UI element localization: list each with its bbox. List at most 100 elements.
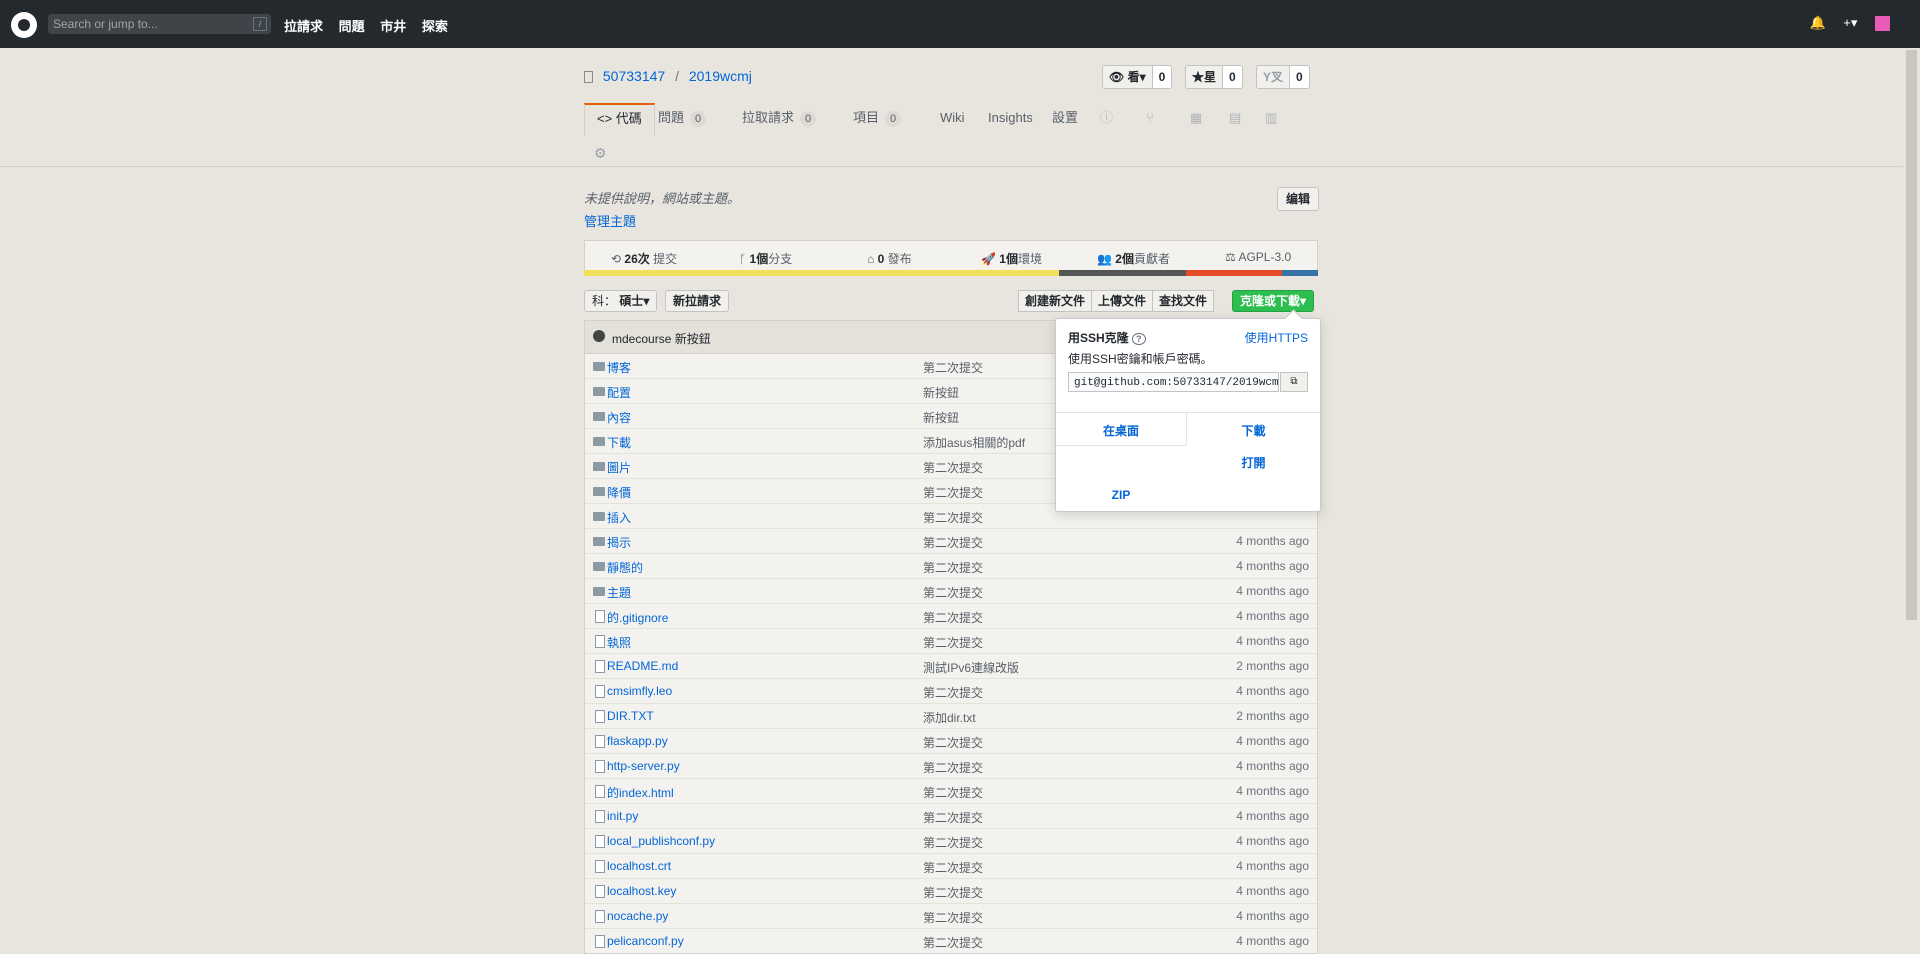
file-name-link[interactable]: http-server.py bbox=[607, 759, 680, 773]
upload-files-button[interactable]: 上傳文件 bbox=[1091, 290, 1154, 312]
star-count[interactable]: 0 bbox=[1223, 65, 1243, 89]
commit-message-link[interactable]: 第二次提交 bbox=[923, 534, 983, 551]
tab-settings[interactable]: 設置 bbox=[1052, 103, 1078, 133]
nav-pull-requests[interactable]: 拉請求 bbox=[284, 19, 323, 34]
commit-message-link[interactable]: 第二次提交 bbox=[923, 784, 983, 801]
table-row[interactable]: init.py 第二次提交 4 months ago bbox=[585, 803, 1317, 828]
commit-message-link[interactable]: 第二次提交 bbox=[923, 484, 983, 501]
download-button[interactable]: 下載 bbox=[1187, 422, 1320, 439]
commit-message-link[interactable]: 第二次提交 bbox=[923, 559, 983, 576]
repo-name-link[interactable]: 2019wcmj bbox=[689, 68, 752, 84]
table-row[interactable]: localhost.crt 第二次提交 4 months ago bbox=[585, 853, 1317, 878]
commit-message-link[interactable]: 第二次提交 bbox=[923, 734, 983, 751]
nav-marketplace[interactable]: 市井 bbox=[380, 19, 406, 34]
commit-message-link[interactable]: 第二次提交 bbox=[923, 834, 983, 851]
find-file-button[interactable]: 查找文件 bbox=[1152, 290, 1215, 312]
file-name-link[interactable]: 靜態的 bbox=[607, 559, 643, 576]
file-name-link[interactable]: 配置 bbox=[607, 384, 631, 401]
file-name-link[interactable]: 下載 bbox=[607, 434, 631, 451]
commit-message-link[interactable]: 第二次提交 bbox=[923, 634, 983, 651]
create-new-file-button[interactable]: 創建新文件 bbox=[1018, 290, 1093, 312]
use-https-link[interactable]: 使用HTTPS bbox=[1245, 329, 1308, 346]
file-name-link[interactable]: pelicanconf.py bbox=[607, 934, 684, 948]
tab-wiki[interactable]: Wiki bbox=[940, 103, 965, 133]
nav-issues[interactable]: 問題 bbox=[339, 19, 365, 34]
file-name-link[interactable]: flaskapp.py bbox=[607, 734, 668, 748]
repo-owner-link[interactable]: 50733147 bbox=[603, 68, 665, 84]
commit-message-link[interactable]: 添加dir.txt bbox=[923, 709, 976, 726]
committer-avatar[interactable] bbox=[593, 330, 605, 342]
file-name-link[interactable]: 執照 bbox=[607, 634, 631, 651]
avatar[interactable] bbox=[1875, 16, 1890, 32]
commit-message-link[interactable]: 第二次提交 bbox=[923, 684, 983, 701]
commits-summary[interactable]: ⟲ 26次 提交 bbox=[611, 250, 677, 267]
commit-author-link[interactable]: mdecourse bbox=[612, 332, 671, 346]
commit-message-link[interactable]: 添加asus相關的pdf bbox=[923, 434, 1025, 451]
commit-message-link[interactable]: 第二次提交 bbox=[923, 909, 983, 926]
clone-download-button[interactable]: 克隆或下載▾ bbox=[1232, 290, 1315, 312]
file-name-link[interactable]: nocache.py bbox=[607, 909, 668, 923]
branches-summary[interactable]: ᚴ 1個分支 bbox=[739, 250, 792, 267]
tab-projects[interactable]: 項目 0 bbox=[853, 103, 902, 133]
plus-dropdown-icon[interactable]: +▾ bbox=[1843, 15, 1857, 30]
table-row[interactable]: localhost.key 第二次提交 4 months ago bbox=[585, 878, 1317, 903]
tab-insights[interactable]: Insights bbox=[988, 103, 1033, 133]
open-in-desktop-button[interactable]: 在桌面 bbox=[1056, 422, 1186, 439]
table-row[interactable]: 揭示 第二次提交 4 months ago bbox=[585, 528, 1317, 553]
star-button[interactable]: ★星 bbox=[1185, 65, 1224, 89]
help-icon[interactable]: ? bbox=[1132, 333, 1146, 345]
github-logo-icon[interactable] bbox=[11, 12, 37, 38]
license-summary[interactable]: ⚖ AGPL-3.0 bbox=[1225, 250, 1291, 264]
table-row[interactable]: 的index.html 第二次提交 4 months ago bbox=[585, 778, 1317, 803]
commit-message-link[interactable]: 第二次提交 bbox=[923, 459, 983, 476]
file-name-link[interactable]: 插入 bbox=[607, 509, 631, 526]
commit-message-link[interactable]: 第二次提交 bbox=[923, 884, 983, 901]
file-name-link[interactable]: 揭示 bbox=[607, 534, 631, 551]
watch-count[interactable]: 0 bbox=[1152, 65, 1173, 89]
clone-url-input[interactable]: git@github.com:50733147/2019wcmj.git bbox=[1068, 372, 1279, 392]
tab-code[interactable]: <> 代碼 bbox=[584, 103, 655, 136]
contributors-summary[interactable]: 👥 2個貢獻者 bbox=[1097, 250, 1170, 267]
scrollbar-thumb[interactable] bbox=[1906, 50, 1917, 620]
commit-message-link[interactable]: 第二次提交 bbox=[923, 359, 983, 376]
download-zip-button[interactable]: ZIP bbox=[1056, 488, 1186, 502]
commit-message-link[interactable]: 測試IPv6連線改版 bbox=[923, 659, 1019, 676]
table-row[interactable]: nocache.py 第二次提交 4 months ago bbox=[585, 903, 1317, 928]
commit-message[interactable]: 新按鈕 bbox=[675, 332, 711, 346]
table-row[interactable]: pelicanconf.py 第二次提交 4 months ago bbox=[585, 928, 1317, 953]
clipboard-icon[interactable]: ⧉ bbox=[1280, 372, 1308, 392]
file-name-link[interactable]: 主題 bbox=[607, 584, 631, 601]
file-name-link[interactable]: localhost.key bbox=[607, 884, 676, 898]
file-name-link[interactable]: init.py bbox=[607, 809, 638, 823]
edit-button[interactable]: 编辑 bbox=[1277, 187, 1320, 211]
tab-pull-requests[interactable]: 拉取請求 0 bbox=[742, 103, 817, 133]
open-button[interactable]: 打開 bbox=[1187, 454, 1320, 471]
table-row[interactable]: 靜態的 第二次提交 4 months ago bbox=[585, 553, 1317, 578]
branch-select-button[interactable]: 科： 碩士▾ bbox=[584, 290, 658, 312]
table-row[interactable]: DIR.TXT 添加dir.txt 2 months ago bbox=[585, 703, 1317, 728]
file-name-link[interactable]: 降價 bbox=[607, 484, 631, 501]
releases-summary[interactable]: ⌂ 0 發布 bbox=[867, 250, 912, 267]
fork-count[interactable]: 0 bbox=[1290, 65, 1310, 89]
file-name-link[interactable]: 內容 bbox=[607, 409, 631, 426]
table-row[interactable]: flaskapp.py 第二次提交 4 months ago bbox=[585, 728, 1317, 753]
commit-message-link[interactable]: 第二次提交 bbox=[923, 584, 983, 601]
environments-summary[interactable]: 🚀 1個環境 bbox=[981, 250, 1042, 267]
commit-message-link[interactable]: 新按鈕 bbox=[923, 384, 959, 401]
file-name-link[interactable]: 的index.html bbox=[607, 784, 674, 801]
table-row[interactable]: 主題 第二次提交 4 months ago bbox=[585, 578, 1317, 603]
new-pull-request-button[interactable]: 新拉請求 bbox=[665, 290, 730, 312]
tab-issues[interactable]: 問題 0 bbox=[658, 103, 707, 133]
commit-message-link[interactable]: 第二次提交 bbox=[923, 859, 983, 876]
fork-button[interactable]: Y叉 bbox=[1256, 65, 1291, 89]
file-name-link[interactable]: localhost.crt bbox=[607, 859, 671, 873]
table-row[interactable]: 的.gitignore 第二次提交 4 months ago bbox=[585, 603, 1317, 628]
file-name-link[interactable]: README.md bbox=[607, 659, 678, 673]
search-input[interactable]: Search or jump to... / bbox=[48, 14, 271, 34]
commit-message-link[interactable]: 第二次提交 bbox=[923, 809, 983, 826]
watch-button[interactable]: 👁 看▾ bbox=[1102, 65, 1153, 89]
file-name-link[interactable]: cmsimfly.leo bbox=[607, 684, 672, 698]
table-row[interactable]: local_publishconf.py 第二次提交 4 months ago bbox=[585, 828, 1317, 853]
table-row[interactable]: http-server.py 第二次提交 4 months ago bbox=[585, 753, 1317, 778]
scrollbar[interactable] bbox=[1903, 48, 1920, 937]
